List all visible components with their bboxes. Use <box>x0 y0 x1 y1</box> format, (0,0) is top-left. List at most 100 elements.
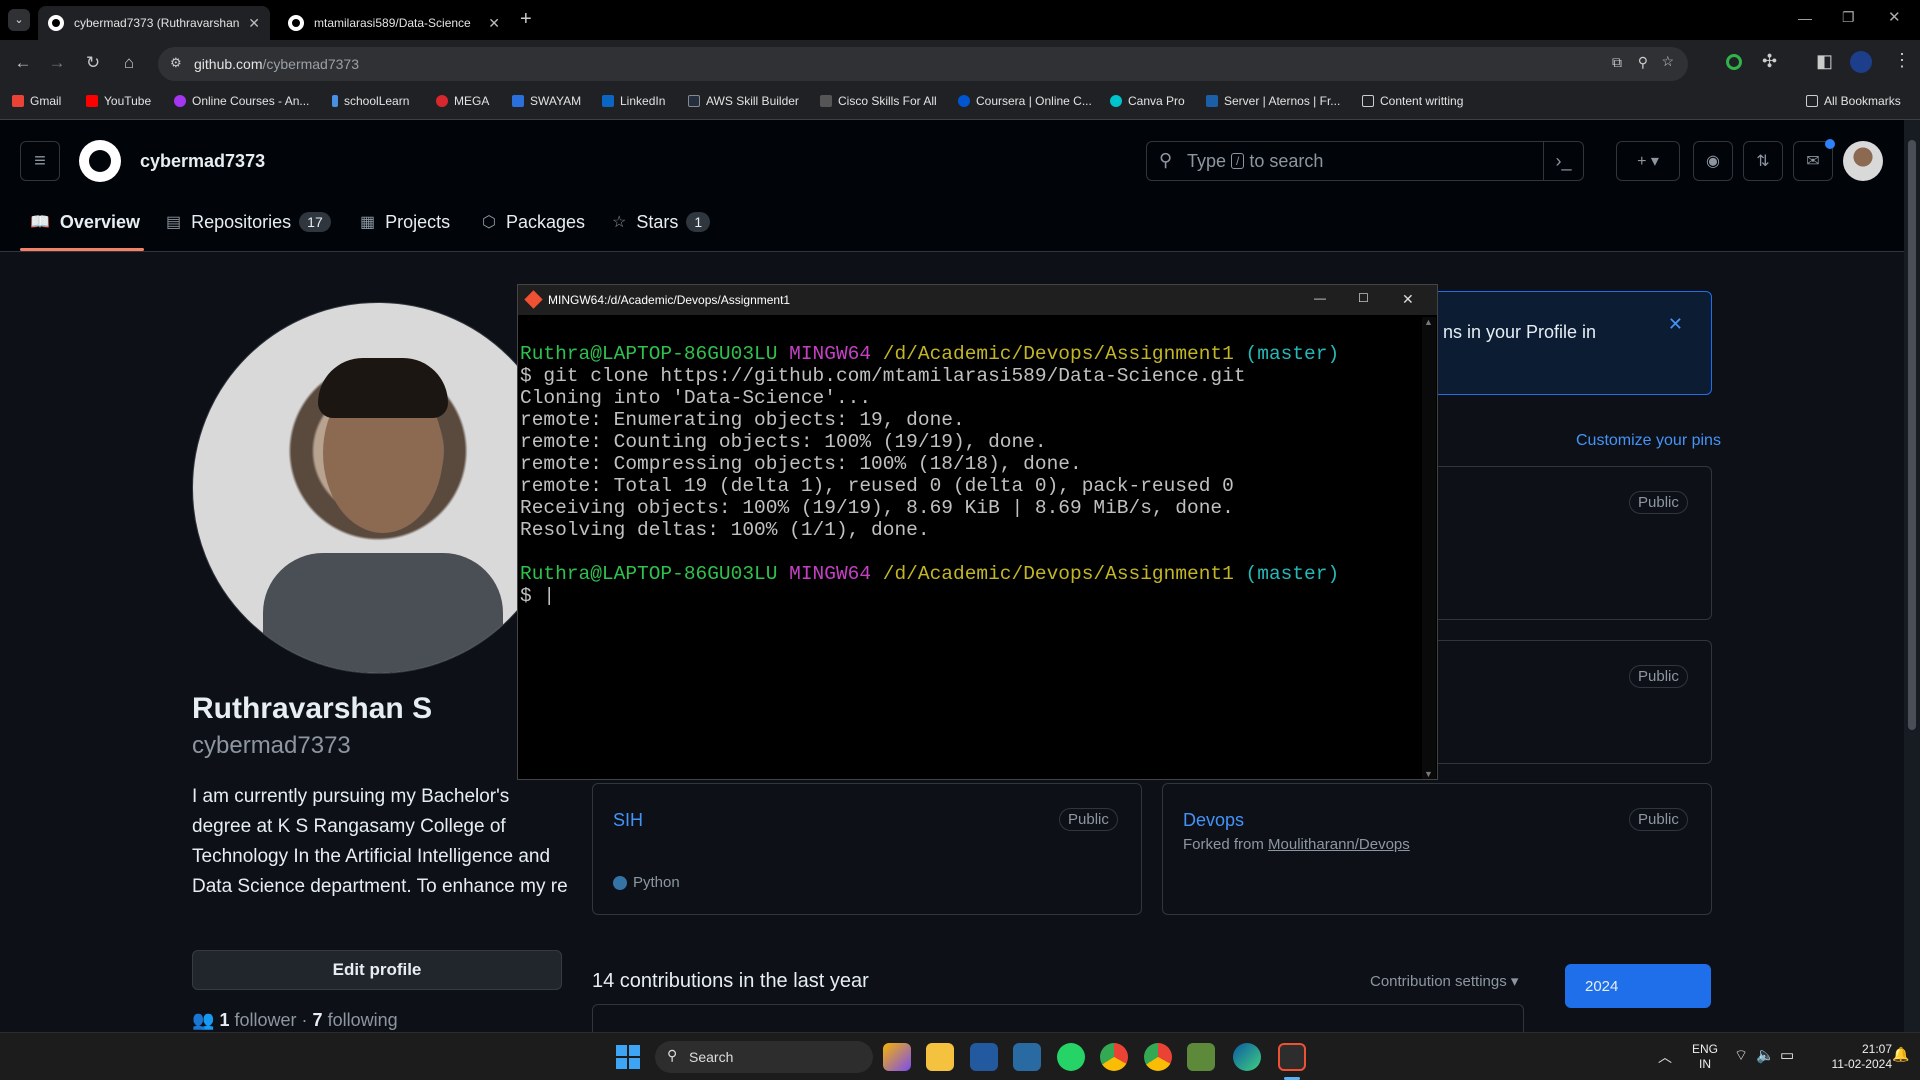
followers-label[interactable]: follower <box>234 1010 296 1030</box>
header-username[interactable]: cybermad7373 <box>140 151 265 172</box>
terminal-scrollbar[interactable]: ▲ ▼ <box>1422 317 1436 779</box>
github-logo-icon[interactable] <box>79 140 121 182</box>
vscode-icon[interactable] <box>970 1043 998 1071</box>
forward-arrow-icon[interactable]: → <box>46 53 68 73</box>
bookmark-online-courses[interactable]: Online Courses - An... <box>174 94 309 108</box>
repo-name-link[interactable]: SIH <box>613 810 643 831</box>
bookmark-coursera[interactable]: Coursera | Online C... <box>958 94 1092 108</box>
reload-icon[interactable]: ↻ <box>82 53 104 73</box>
bookmark-gmail[interactable]: Gmail <box>12 94 61 108</box>
forked-from-link[interactable]: Moulitharann/Devops <box>1268 836 1410 853</box>
bookmark-mega[interactable]: MEGA <box>436 94 489 108</box>
battery-icon[interactable]: ▭ <box>1780 1046 1794 1064</box>
bookmark-aws[interactable]: AWS Skill Builder <box>688 94 799 108</box>
minecraft-icon[interactable] <box>1187 1043 1215 1071</box>
page-scrollbar[interactable] <box>1904 120 1920 1032</box>
window-close-icon[interactable]: ✕ <box>1888 8 1901 26</box>
create-new-button[interactable]: + ▾ <box>1616 141 1680 181</box>
bookmark-schoollearn[interactable]: schoolLearn <box>332 94 409 108</box>
profile-avatar-icon[interactable] <box>1850 51 1872 73</box>
followers-count[interactable]: 1 <box>219 1010 229 1030</box>
following-count[interactable]: 7 <box>313 1010 323 1030</box>
side-panel-icon[interactable]: ◧ <box>1816 51 1833 72</box>
chrome-icon[interactable] <box>1100 1043 1128 1071</box>
year-2024-button[interactable]: 2024 <box>1565 964 1711 1008</box>
terminal-titlebar[interactable]: MINGW64:/d/Academic/Devops/Assignment1 —… <box>518 285 1437 315</box>
terminal-close-icon[interactable]: ✕ <box>1402 291 1414 308</box>
terminal-maximize-icon[interactable]: ☐ <box>1358 291 1369 305</box>
volume-icon[interactable]: 🔈 <box>1756 1046 1775 1064</box>
terminal-minimize-icon[interactable]: — <box>1314 291 1326 305</box>
home-icon[interactable]: ⌂ <box>118 53 140 73</box>
tab-projects[interactable]: ▦ Projects <box>360 202 450 242</box>
git-bash-taskbar-icon[interactable] <box>1278 1043 1306 1071</box>
edit-profile-button[interactable]: Edit profile <box>192 950 562 990</box>
browser-menu-icon[interactable]: ⋮ <box>1893 50 1911 71</box>
virtualbox-icon[interactable] <box>1013 1043 1041 1071</box>
site-info-icon[interactable]: ⚙ <box>170 55 182 71</box>
window-minimize-icon[interactable]: — <box>1798 10 1812 26</box>
profile-name: Ruthravarshan S <box>192 692 433 725</box>
repo-name-link[interactable]: Devops <box>1183 810 1244 831</box>
terminal-output[interactable]: Ruthra@LAPTOP-86GU03LU MINGW64 /d/Academ… <box>520 321 1420 607</box>
bookmark-content-writing[interactable]: Content writting <box>1362 94 1463 108</box>
edge-icon[interactable] <box>1233 1043 1261 1071</box>
browser-tab-data-science[interactable]: mtamilarasi589/Data-Science ✕ <box>278 6 510 40</box>
folder-icon <box>1362 95 1374 107</box>
tab-close-icon[interactable]: ✕ <box>248 15 260 32</box>
command-palette-icon[interactable]: ›_ <box>1543 142 1583 180</box>
file-explorer-icon[interactable] <box>926 1043 954 1071</box>
chrome-profile-icon[interactable] <box>1144 1043 1172 1071</box>
system-clock[interactable]: 21:07 11-02-2024 <box>1810 1042 1893 1072</box>
tab-repositories[interactable]: ▤ Repositories 17 <box>166 202 331 242</box>
taskbar-search-box[interactable]: ⚲ Search <box>655 1041 873 1073</box>
language-indicator[interactable]: ENG IN <box>1692 1042 1718 1072</box>
hamburger-menu-icon[interactable]: ≡ <box>20 141 60 181</box>
windows-start-icon[interactable] <box>616 1045 640 1069</box>
scrollbar-thumb[interactable] <box>1908 140 1916 730</box>
zoom-icon[interactable]: ⚲ <box>1638 54 1648 71</box>
git-bash-terminal-window[interactable]: MINGW64:/d/Academic/Devops/Assignment1 —… <box>517 284 1438 780</box>
all-bookmarks[interactable]: All Bookmarks <box>1806 94 1901 108</box>
bookmark-linkedin[interactable]: LinkedIn <box>602 94 665 108</box>
profile-avatar[interactable] <box>192 302 564 674</box>
address-bar[interactable]: ⚙ github.com/cybermad7373 ⧉ ⚲ ☆ <box>158 47 1688 81</box>
tab-overview[interactable]: 📖 Overview <box>30 202 140 242</box>
browser-tab-profile[interactable]: cybermad7373 (Ruthravarshan ✕ <box>38 6 270 40</box>
tab-stars[interactable]: ☆ Stars 1 <box>612 202 711 242</box>
tab-title: mtamilarasi589/Data-Science <box>314 16 471 30</box>
tab-packages[interactable]: ⬡ Packages <box>482 202 585 242</box>
github-favicon <box>48 15 64 31</box>
new-tab-button[interactable]: + <box>520 8 532 31</box>
window-restore-icon[interactable]: ❐ <box>1842 9 1855 26</box>
tab-close-icon[interactable]: ✕ <box>488 15 500 32</box>
copilot-icon[interactable] <box>883 1043 911 1071</box>
show-hidden-icons-chevron-icon[interactable]: ︿ <box>1658 1047 1672 1067</box>
following-label[interactable]: following <box>328 1010 398 1030</box>
whatsapp-icon[interactable] <box>1057 1043 1085 1071</box>
cisco-icon <box>820 95 832 107</box>
bookmark-swayam[interactable]: SWAYAM <box>512 94 581 108</box>
issues-icon[interactable]: ◉ <box>1693 141 1733 181</box>
dismiss-banner-icon[interactable]: ✕ <box>1668 314 1683 335</box>
tab-search-button[interactable]: ⌄ <box>8 9 30 31</box>
bookmark-star-icon[interactable]: ☆ <box>1661 53 1674 70</box>
repo-icon: ▤ <box>166 214 182 231</box>
bookmark-canva[interactable]: Canva Pro <box>1110 94 1185 108</box>
bookmark-youtube[interactable]: YouTube <box>86 94 151 108</box>
inbox-icon[interactable]: ✉ <box>1793 139 1835 181</box>
bookmark-aternos[interactable]: Server | Aternos | Fr... <box>1206 94 1340 108</box>
search-input[interactable]: ⚲ Type / to search ›_ <box>1146 141 1584 181</box>
back-arrow-icon[interactable]: ← <box>12 53 34 73</box>
pull-requests-icon[interactable]: ⇅ <box>1743 141 1783 181</box>
customize-pins-link[interactable]: Customize your pins <box>1576 432 1721 450</box>
extension-icon[interactable] <box>1726 54 1742 70</box>
input-cursor-line[interactable]: $ | <box>520 585 555 607</box>
extensions-puzzle-icon[interactable]: ✣ <box>1762 51 1777 72</box>
bookmark-cisco[interactable]: Cisco Skills For All <box>820 94 937 108</box>
wifi-icon[interactable]: ⌔ <box>1734 1046 1748 1065</box>
contribution-settings-dropdown[interactable]: Contribution settings ▾ <box>1370 972 1518 990</box>
notification-bell-icon[interactable]: 🔔 <box>1892 1046 1909 1063</box>
user-avatar[interactable] <box>1843 141 1883 181</box>
install-app-icon[interactable]: ⧉ <box>1612 54 1622 71</box>
